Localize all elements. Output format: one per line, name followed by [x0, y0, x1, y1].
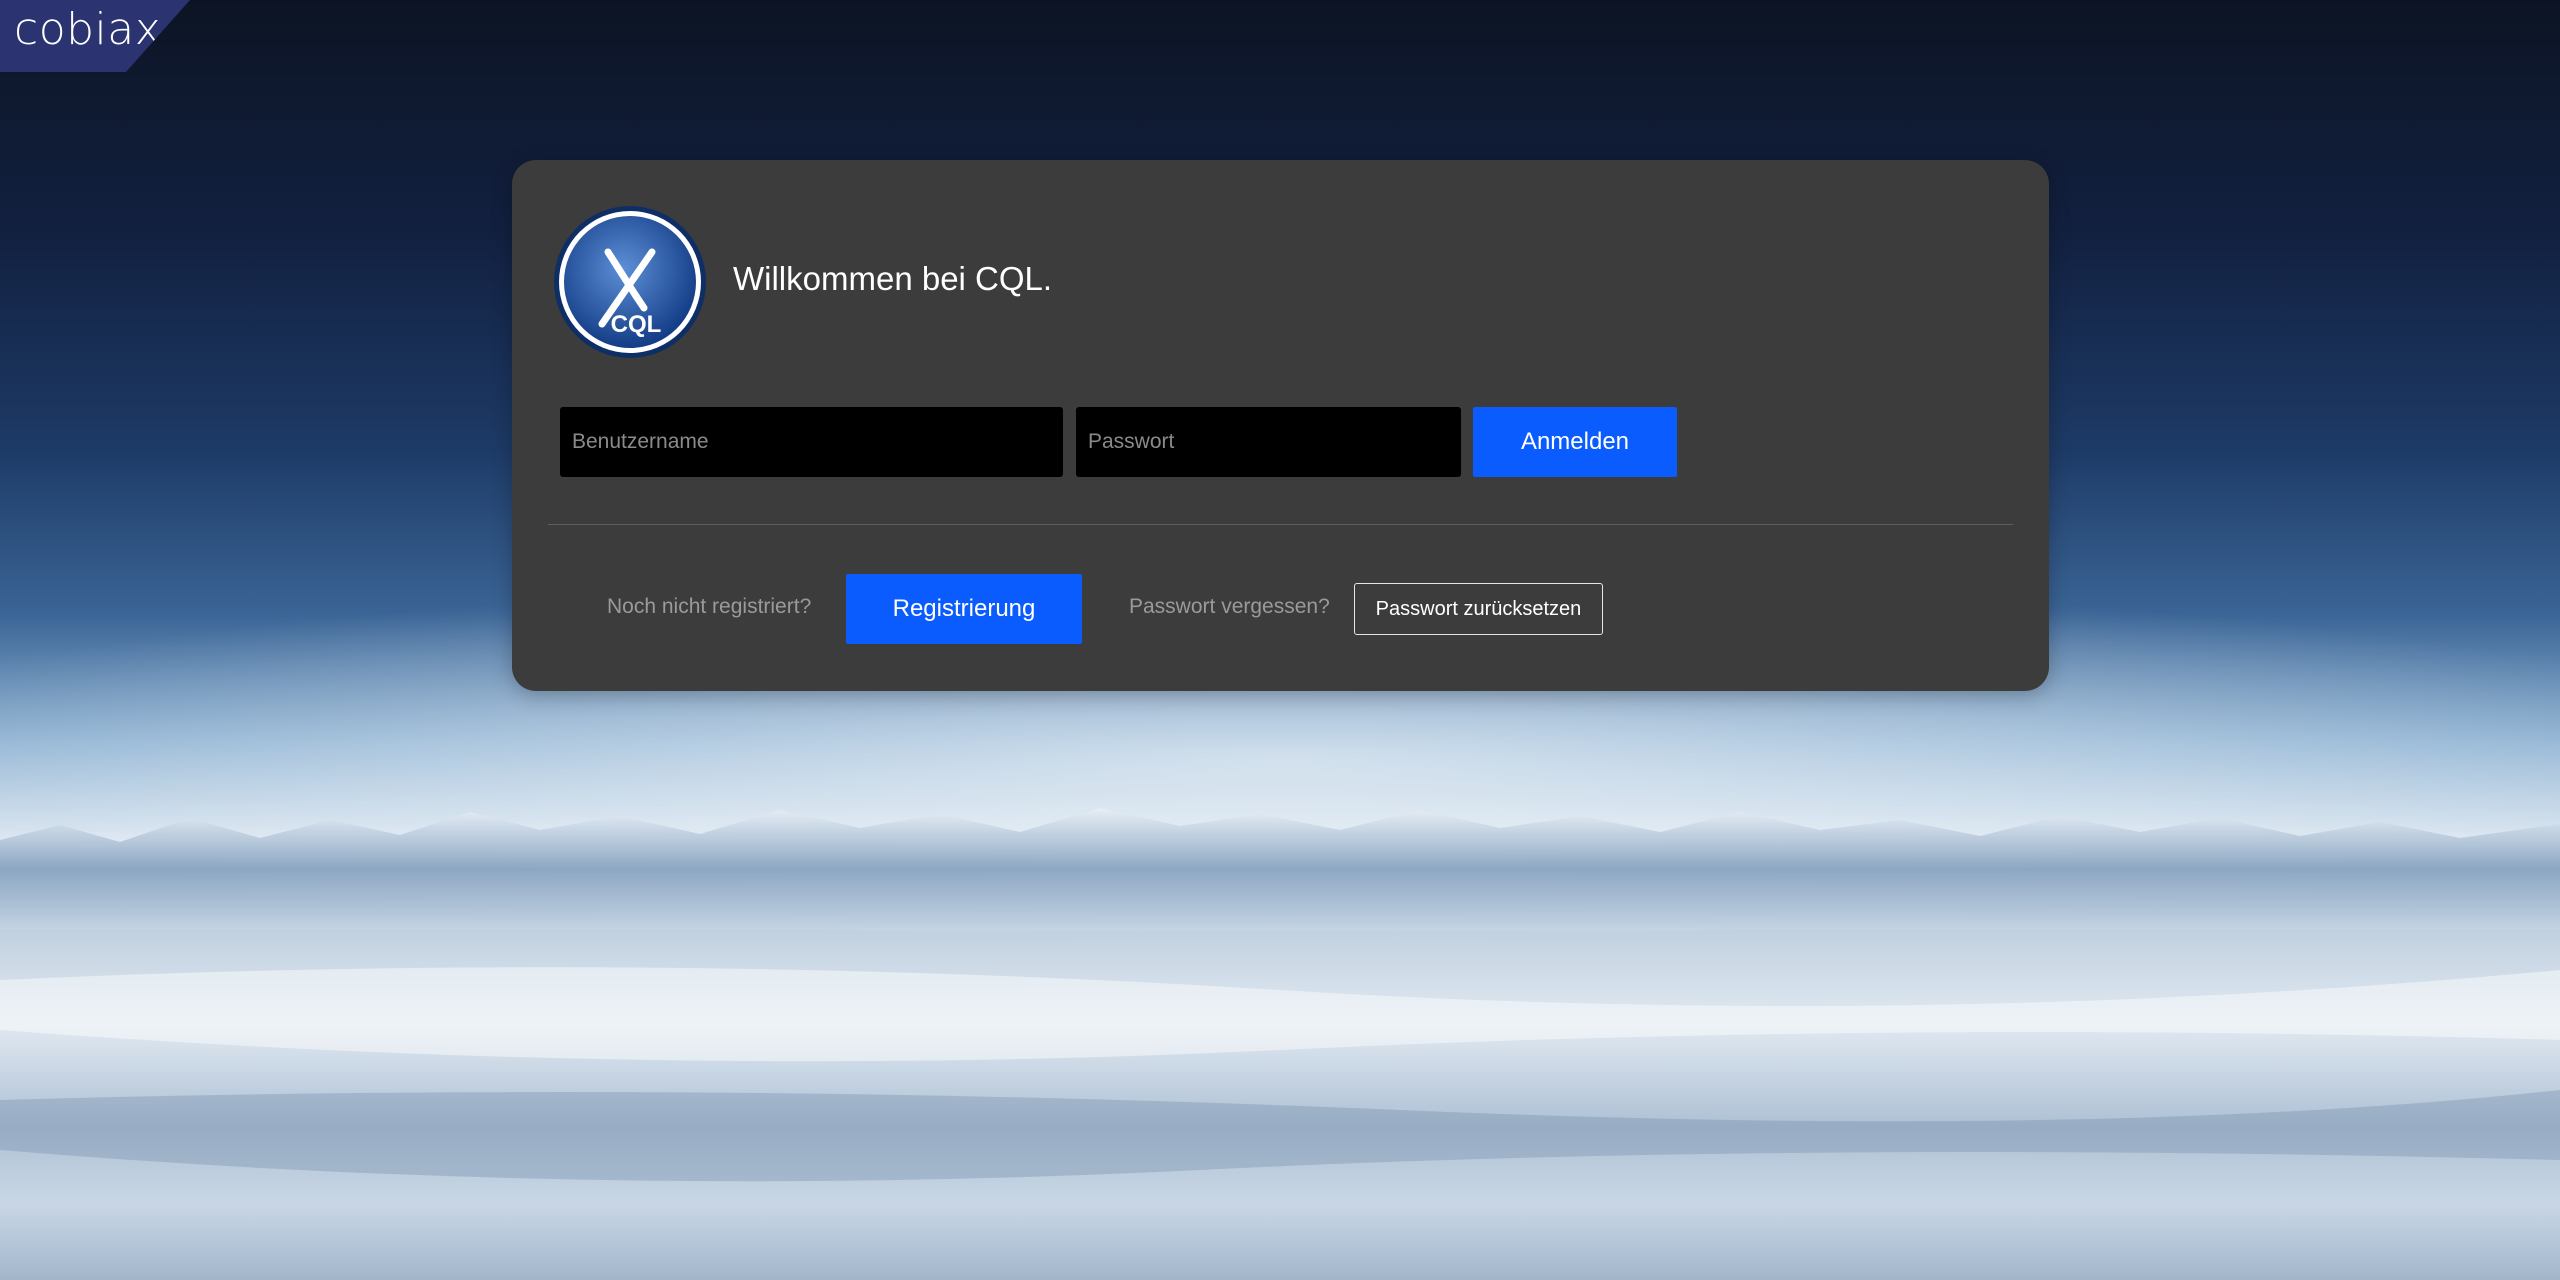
username-input[interactable] [560, 407, 1063, 477]
brand-corner[interactable]: cobiax [0, 0, 190, 72]
register-button[interactable]: Registrierung [846, 574, 1082, 644]
background-landscape [0, 808, 2560, 1280]
password-input[interactable] [1076, 407, 1461, 477]
welcome-title: Willkommen bei CQL. [733, 260, 1053, 297]
login-card: CQL Willkommen bei CQL. Anmelden Noch ni… [512, 160, 2049, 691]
login-page: cobiax CQL Willkommen bei CQL. Anmelden … [0, 0, 2560, 1280]
login-button[interactable]: Anmelden [1473, 407, 1677, 477]
brand-logo-text: cobiax [14, 4, 162, 55]
cql-logo-icon: CQL [554, 206, 706, 358]
cql-logo-text: CQL [611, 311, 662, 338]
divider [548, 524, 2013, 525]
forgot-password-label: Passwort vergessen? [1129, 595, 1330, 618]
reset-password-button[interactable]: Passwort zurücksetzen [1354, 583, 1603, 635]
not-registered-label: Noch nicht registriert? [607, 595, 812, 618]
